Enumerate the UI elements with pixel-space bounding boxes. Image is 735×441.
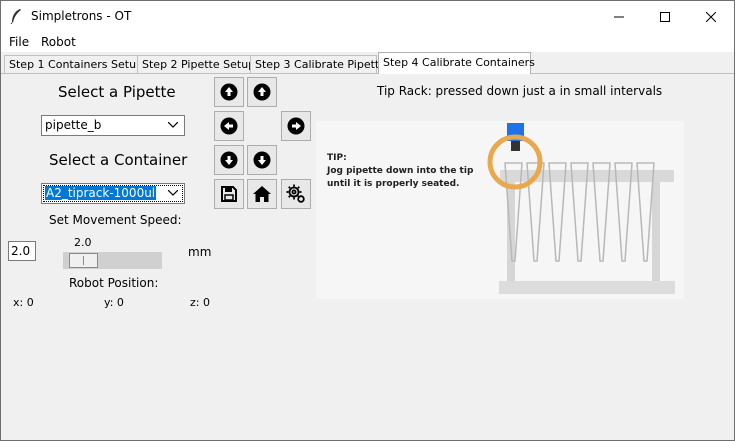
minimize-button[interactable]	[596, 1, 642, 32]
tab-step-1[interactable]: Step 1 Containers Setup	[4, 55, 143, 73]
select-container-heading: Select a Container	[49, 151, 188, 169]
chevron-down-icon	[168, 190, 178, 196]
tab-step-3[interactable]: Step 3 Calibrate Pipette	[250, 55, 386, 73]
jog-z-down-button[interactable]	[247, 145, 277, 175]
jog-up-button[interactable]	[214, 77, 244, 107]
arrow-right-icon	[287, 117, 305, 135]
tab-bar: Step 1 Containers Setup Step 2 Pipette S…	[1, 52, 734, 74]
arrow-up-icon	[253, 83, 271, 101]
maximize-button[interactable]	[642, 1, 688, 32]
instruction-text: Tip Rack: pressed down just a in small i…	[377, 84, 663, 98]
save-icon	[221, 186, 237, 202]
slider-value-label: 2.0	[74, 236, 92, 249]
unit-label: mm	[188, 245, 212, 259]
jog-right-button[interactable]	[281, 111, 311, 141]
position-y: y: 0	[104, 296, 124, 309]
settings-gear-icon	[286, 184, 305, 203]
tab-step-4[interactable]: Step 4 Calibrate Containers	[378, 52, 535, 74]
jog-left-button[interactable]	[214, 111, 244, 141]
arrow-down-icon	[253, 151, 271, 169]
app-window: Simpletrons - OT File Robot Step 1 Conta…	[0, 0, 735, 441]
robot-position-label: Robot Position:	[69, 276, 159, 290]
jog-down-button[interactable]	[214, 145, 244, 175]
speed-slider-thumb[interactable]	[69, 253, 99, 268]
menu-file[interactable]: File	[9, 35, 29, 49]
maximize-icon	[660, 11, 670, 22]
container-select[interactable]: A2_tiprack-1000ul	[41, 183, 185, 204]
settings-button[interactable]	[281, 179, 311, 209]
title-bar: Simpletrons - OT	[1, 1, 734, 32]
arrow-down-icon	[220, 151, 238, 169]
speed-input[interactable]: 2.0	[8, 241, 36, 261]
save-button[interactable]	[214, 179, 244, 209]
close-icon	[706, 11, 716, 22]
menu-bar: File Robot	[1, 32, 734, 52]
close-button[interactable]	[688, 1, 734, 32]
tip-illustration: TIP: Jog pipette down into the tip until…	[316, 121, 684, 299]
jog-z-up-button[interactable]	[247, 77, 277, 107]
position-z: z: 0	[190, 296, 210, 309]
select-pipette-heading: Select a Pipette	[58, 83, 176, 101]
window-title: Simpletrons - OT	[31, 9, 132, 23]
chevron-down-icon	[168, 122, 178, 128]
tab-step-2[interactable]: Step 2 Pipette Setup	[137, 55, 255, 73]
tab-divider	[1, 73, 734, 74]
home-icon	[253, 186, 271, 202]
arrow-left-icon	[220, 117, 238, 135]
movement-speed-label: Set Movement Speed:	[49, 213, 182, 227]
home-button[interactable]	[247, 179, 277, 209]
pipette-select-value: pipette_b	[45, 118, 102, 132]
pipette-select[interactable]: pipette_b	[41, 115, 185, 136]
tiprack-diagram	[487, 123, 675, 294]
position-x: x: 0	[13, 296, 34, 309]
feather-icon	[10, 9, 21, 24]
menu-robot[interactable]: Robot	[41, 35, 76, 49]
minimize-icon	[614, 16, 624, 17]
arrow-up-icon	[220, 83, 238, 101]
container-select-value: A2_tiprack-1000ul	[45, 186, 157, 200]
